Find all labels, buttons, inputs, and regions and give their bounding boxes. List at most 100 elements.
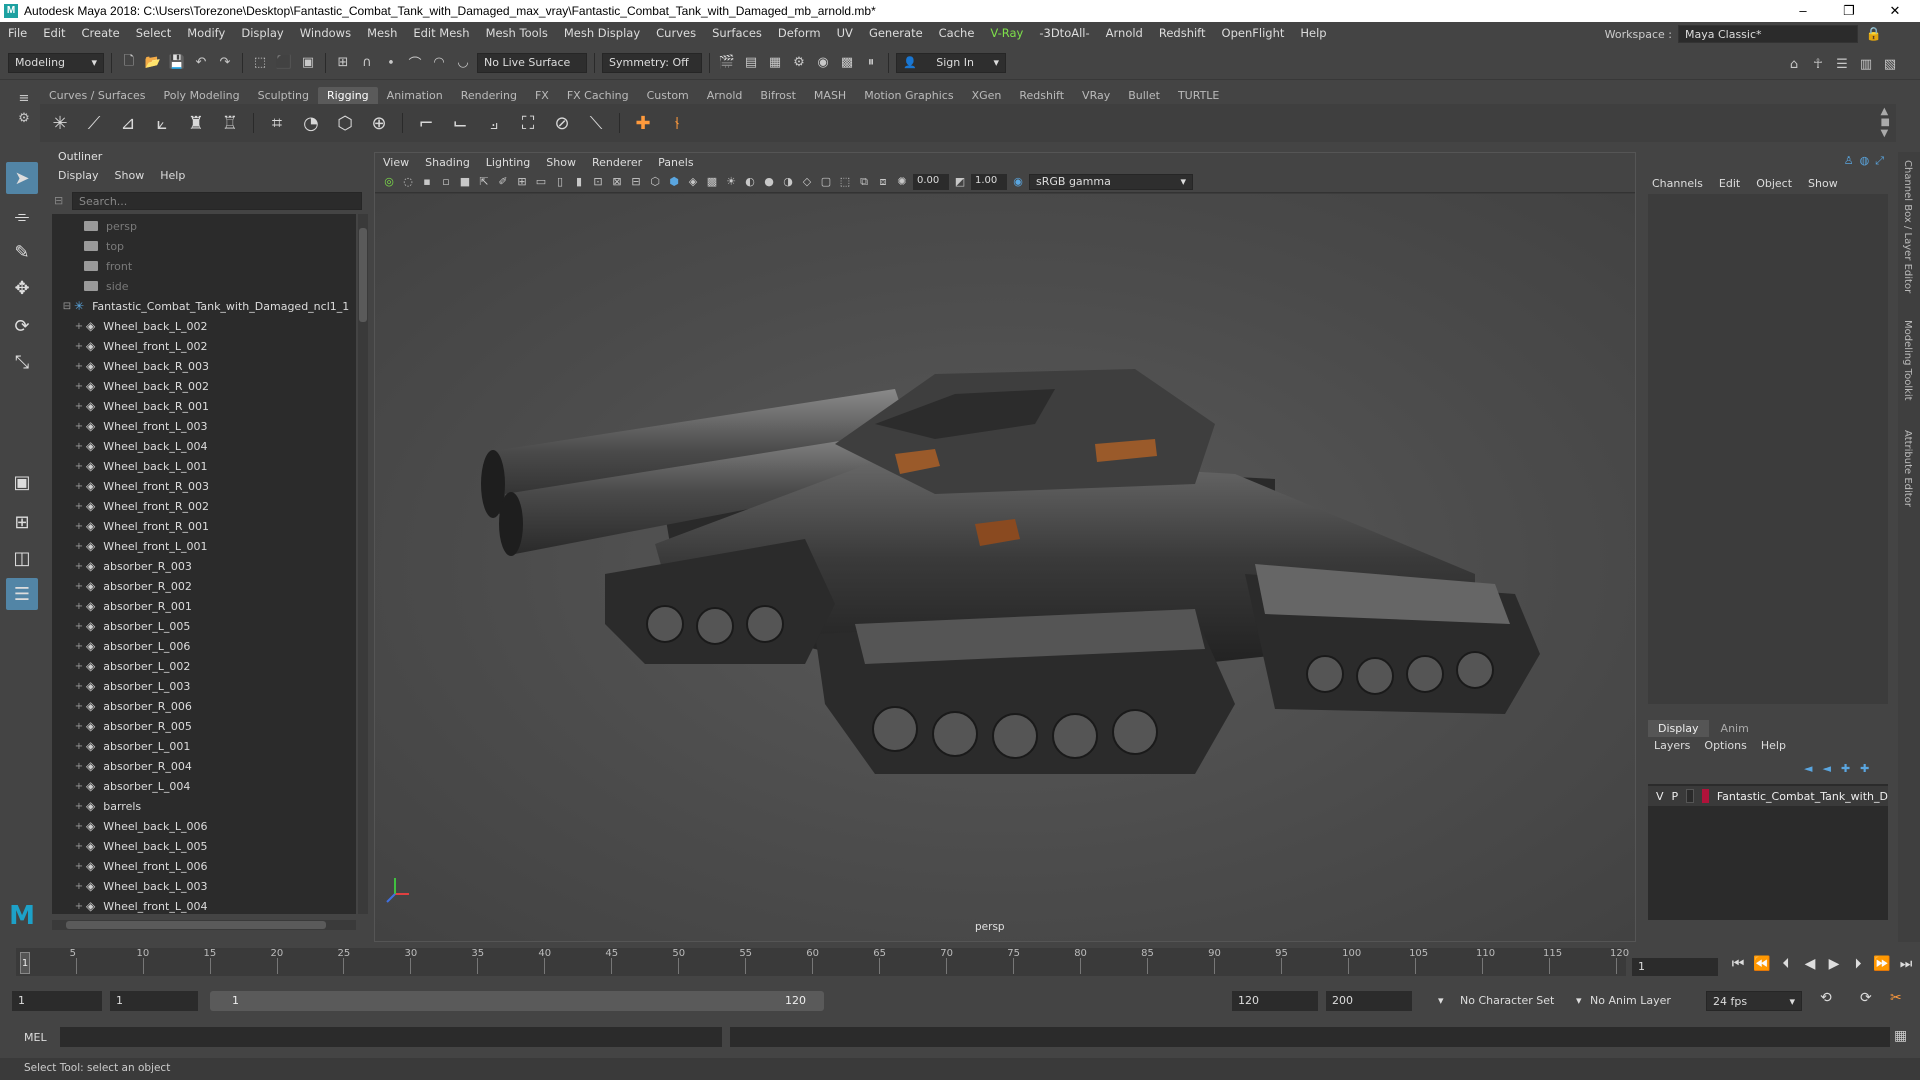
shelf-tab-rendering[interactable]: Rendering — [452, 87, 526, 104]
animation-preferences-icon[interactable]: ✂ — [1890, 990, 1902, 1006]
select-object-icon[interactable]: ⬛ — [274, 53, 294, 73]
render-settings-icon[interactable]: ⚙ — [789, 53, 809, 73]
new-layer-icon[interactable]: ✚ — [1841, 762, 1850, 775]
grid-icon[interactable]: ⊞ — [514, 174, 530, 190]
expand-icon[interactable]: + — [72, 501, 86, 512]
expand-icon[interactable]: + — [72, 781, 86, 792]
restore-icon[interactable]: ❐ — [1826, 0, 1872, 22]
layer-playback-toggle[interactable]: P — [1672, 790, 1679, 803]
character-set-icon[interactable]: ▾ — [1438, 994, 1444, 1007]
expand-icon[interactable]: + — [72, 761, 86, 772]
outliner-horizontal-scrollbar[interactable] — [52, 920, 356, 930]
outliner-item[interactable]: + ◈ Wheel_front_R_003 — [52, 476, 356, 496]
menu-openflight[interactable]: OpenFlight — [1214, 26, 1293, 40]
menu-edit-mesh[interactable]: Edit Mesh — [405, 26, 477, 40]
select-camera-icon[interactable]: ◎ — [381, 174, 397, 190]
outliner-item[interactable]: + ◈ barrels — [52, 796, 356, 816]
menu-vray[interactable]: V-Ray — [982, 26, 1031, 40]
expand-icon[interactable]: + — [72, 441, 86, 452]
menu-3dtoall[interactable]: -3DtoAll- — [1031, 26, 1097, 40]
outliner-camera-persp[interactable]: persp — [52, 216, 356, 236]
snap-view-icon[interactable]: ⌒ — [405, 53, 425, 73]
step-forward-key-icon[interactable]: ⏵ — [1848, 956, 1868, 976]
step-forward-icon[interactable]: ⏩ — [1872, 956, 1892, 976]
help-menu[interactable]: Help — [1761, 739, 1786, 752]
outliner-item[interactable]: + ◈ absorber_R_003 — [52, 556, 356, 576]
outliner-item[interactable]: + ◈ Wheel_back_L_005 — [52, 836, 356, 856]
expand-icon[interactable]: + — [72, 841, 86, 852]
snap-point-icon[interactable]: ∙ — [381, 53, 401, 73]
outliner-item[interactable]: + ◈ Wheel_back_R_003 — [52, 356, 356, 376]
locator-icon[interactable]: ⟓ — [480, 109, 508, 137]
gamma-field[interactable]: 1.00 — [971, 173, 1007, 190]
step-back-icon[interactable]: ⏪ — [1752, 956, 1772, 976]
outliner-camera-top[interactable]: top — [52, 236, 356, 256]
menu-arnold[interactable]: Arnold — [1098, 26, 1151, 40]
minimize-icon[interactable]: – — [1780, 0, 1826, 22]
object-menu[interactable]: Object — [1756, 177, 1792, 190]
color-management-icon[interactable]: ◉ — [1010, 174, 1026, 190]
outliner-layout-icon[interactable]: ☰ — [6, 578, 38, 610]
attribute-icon[interactable]: ◍ — [1860, 154, 1870, 168]
outliner-item[interactable]: + ◈ Wheel_front_L_002 — [52, 336, 356, 356]
move-layer-down-icon[interactable]: ◄ — [1822, 762, 1830, 775]
outliner-item[interactable]: + ◈ Wheel_front_R_001 — [52, 516, 356, 536]
playback-end-field[interactable]: 120 — [1232, 991, 1318, 1011]
menu-create[interactable]: Create — [74, 26, 128, 40]
workspace-dropdown[interactable]: Maya Classic* — [1678, 25, 1858, 43]
outliner-item[interactable]: + ◈ absorber_R_001 — [52, 596, 356, 616]
shelf-tab-fx-caching[interactable]: FX Caching — [558, 87, 638, 104]
joint-tool-icon[interactable]: ✳ — [46, 109, 74, 137]
close-icon[interactable]: ✕ — [1872, 0, 1918, 22]
loop-icon[interactable]: ⟲ — [1820, 990, 1832, 1006]
anim-layer-dropdown[interactable]: No Anim Layer — [1590, 994, 1671, 1007]
scroll-thumb[interactable] — [66, 921, 326, 929]
menu-mesh-display[interactable]: Mesh Display — [556, 26, 648, 40]
go-to-end-icon[interactable]: ⏭ — [1896, 956, 1916, 976]
menu-deform[interactable]: Deform — [770, 26, 829, 40]
animation-end-field[interactable]: 200 — [1326, 991, 1412, 1011]
outliner-item[interactable]: + ◈ absorber_R_005 — [52, 716, 356, 736]
shelf-tab-xgen[interactable]: XGen — [963, 87, 1011, 104]
play-forward-icon[interactable]: ▶ — [1824, 956, 1844, 976]
scroll-thumb[interactable] — [359, 228, 367, 322]
gate-mask-icon[interactable]: ▮ — [571, 174, 587, 190]
mirror-joint-icon[interactable]: ⊿ — [114, 109, 142, 137]
expand-icon[interactable]: + — [72, 661, 86, 672]
select-tool-icon[interactable]: ➤ — [6, 162, 38, 194]
outliner-root-group[interactable]: ⊟ ✳ Fantastic_Combat_Tank_with_Damaged_ncl… — [52, 296, 356, 316]
outliner-item[interactable]: + ◈ Wheel_back_L_004 — [52, 436, 356, 456]
outliner-camera-side[interactable]: side — [52, 276, 356, 296]
gear-icon[interactable]: ⚙ — [14, 108, 34, 128]
shelf-tab-curves-surfaces[interactable]: Curves / Surfaces — [40, 87, 155, 104]
display-layer-row[interactable]: V P Fantastic_Combat_Tank_with_D — [1648, 786, 1888, 806]
smooth-shade-icon[interactable]: ⬢ — [666, 174, 682, 190]
menu-file[interactable]: File — [0, 26, 35, 40]
play-back-icon[interactable]: ◀ — [1800, 956, 1820, 976]
expand-icon[interactable]: + — [72, 741, 86, 752]
tab-anim[interactable]: Anim — [1711, 720, 1759, 737]
menu-windows[interactable]: Windows — [292, 26, 359, 40]
viewport-menu-lighting[interactable]: Lighting — [486, 156, 530, 169]
rotate-tool-icon[interactable]: ⟳ — [6, 310, 38, 342]
command-input[interactable] — [60, 1027, 722, 1047]
outliner-item[interactable]: + ◈ Wheel_front_L_003 — [52, 416, 356, 436]
safe-title-icon[interactable]: ⊟ — [628, 174, 644, 190]
collapse-icon[interactable]: ⊟ — [60, 301, 74, 312]
orient-constraint-icon[interactable]: ⟍ — [582, 109, 610, 137]
side-tab-channel-box[interactable]: Channel Box / Layer Editor — [1902, 160, 1913, 293]
outliner-item[interactable]: + ◈ Wheel_back_L_003 — [52, 876, 356, 896]
menu-generate[interactable]: Generate — [861, 26, 931, 40]
attribute-editor-icon[interactable]: ☰ — [1832, 54, 1852, 74]
animation-start-field[interactable]: 1 — [12, 991, 102, 1011]
shelf-tab-poly-modeling[interactable]: Poly Modeling — [155, 87, 249, 104]
expand-icon[interactable]: + — [72, 341, 86, 352]
outliner-item[interactable]: + ◈ Wheel_back_L_001 — [52, 456, 356, 476]
character-set-dropdown[interactable]: No Character Set — [1460, 994, 1554, 1007]
fps-dropdown[interactable]: 24 fps ▾ — [1706, 991, 1802, 1011]
side-tab-attribute-editor[interactable]: Attribute Editor — [1902, 430, 1913, 507]
shelf-tab-mash[interactable]: MASH — [805, 87, 855, 104]
menu-curves[interactable]: Curves — [648, 26, 704, 40]
lights-icon[interactable]: ☀ — [723, 174, 739, 190]
two-d-pan-icon[interactable]: ⇱ — [476, 174, 492, 190]
